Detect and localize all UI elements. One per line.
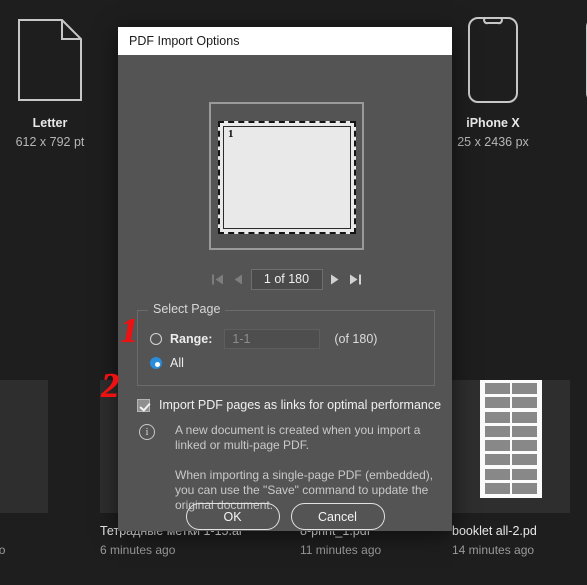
annotation-marker-two: 2	[101, 366, 119, 405]
all-radio-button[interactable]	[150, 357, 162, 369]
range-radio-label: Range:	[170, 332, 213, 346]
preset-card-letter[interactable]: Letter 612 x 792 pt	[0, 14, 109, 174]
preset-size: 612 x 792 pt	[15, 135, 85, 149]
pdf-page-preview: 1	[209, 102, 364, 250]
page-navigation: 1 of 180	[209, 268, 364, 290]
dialog-title: PDF Import Options	[129, 34, 240, 48]
pdf-import-options-dialog: PDF Import Options 1 1 of 180 Select Pag…	[118, 27, 452, 531]
preset-card-hd[interactable]: HD 19	[552, 14, 587, 174]
dialog-titlebar: PDF Import Options	[118, 27, 452, 55]
screen: Letter 612 x 792 pt iPhone X 25 x 2436 p…	[0, 0, 587, 585]
first-page-icon[interactable]	[209, 269, 226, 289]
file-timestamp: 6 minutes ago	[100, 543, 176, 557]
annotation-marker-one: 1	[120, 311, 138, 350]
preview-page-outline: 1	[218, 121, 356, 234]
next-page-icon[interactable]	[326, 269, 343, 289]
preview-page-content: 1	[223, 126, 351, 229]
range-total-label: (of 180)	[334, 332, 378, 346]
range-radio-button[interactable]	[150, 333, 162, 345]
cancel-button[interactable]: Cancel	[290, 503, 385, 530]
all-radio-row[interactable]: All	[150, 356, 184, 370]
import-as-links-label: Import PDF pages as links for optimal pe…	[159, 398, 442, 412]
preset-name: Letter	[32, 116, 68, 130]
info-block: i A new document is created when you imp…	[139, 423, 435, 513]
recent-file-item[interactable]: ку_A3.ai 6 minutes ago	[0, 380, 48, 557]
document-page-icon	[18, 14, 82, 106]
file-thumbnail	[452, 380, 570, 513]
select-page-legend: Select Page	[148, 302, 226, 316]
preview-page-number: 1	[228, 128, 234, 140]
info-circle-icon: i	[139, 424, 155, 440]
preset-size: 25 x 2436 px	[457, 135, 529, 149]
select-page-group: Select Page Range: 1-1 (of 180) All	[137, 302, 435, 386]
import-as-links-checkbox[interactable]	[137, 398, 150, 412]
dialog-body: 1 1 of 180 Select Page Range: 1-1 (of 18…	[118, 55, 452, 531]
file-timestamp: 11 minutes ago	[300, 543, 382, 557]
import-as-links-row[interactable]: Import PDF pages as links for optimal pe…	[137, 398, 441, 412]
file-name: booklet all-2.pd	[452, 524, 537, 538]
info-text: A new document is created when you impor…	[175, 423, 435, 513]
file-timestamp: 14 minutes ago	[452, 543, 535, 557]
recent-file-item[interactable]: booklet all-2.pd 14 minutes ago	[452, 380, 570, 557]
file-timestamp: 6 minutes ago	[0, 543, 6, 557]
info-paragraph-1: A new document is created when you impor…	[175, 423, 421, 452]
range-value-input[interactable]: 1-1	[224, 329, 321, 349]
preset-name: iPhone X	[466, 116, 520, 130]
ok-button[interactable]: OK	[185, 503, 280, 530]
all-radio-label: All	[170, 356, 184, 370]
file-thumbnail	[0, 380, 48, 513]
phone-icon	[468, 14, 518, 106]
file-name: ку_A3.ai	[0, 524, 48, 538]
dialog-button-row: OK Cancel	[118, 503, 452, 530]
last-page-icon[interactable]	[347, 269, 364, 289]
previous-page-icon[interactable]	[230, 269, 247, 289]
range-radio-row[interactable]: Range: 1-1 (of 180)	[150, 329, 377, 349]
thumbnail-page-grid	[480, 380, 542, 498]
page-number-input[interactable]: 1 of 180	[250, 268, 323, 290]
